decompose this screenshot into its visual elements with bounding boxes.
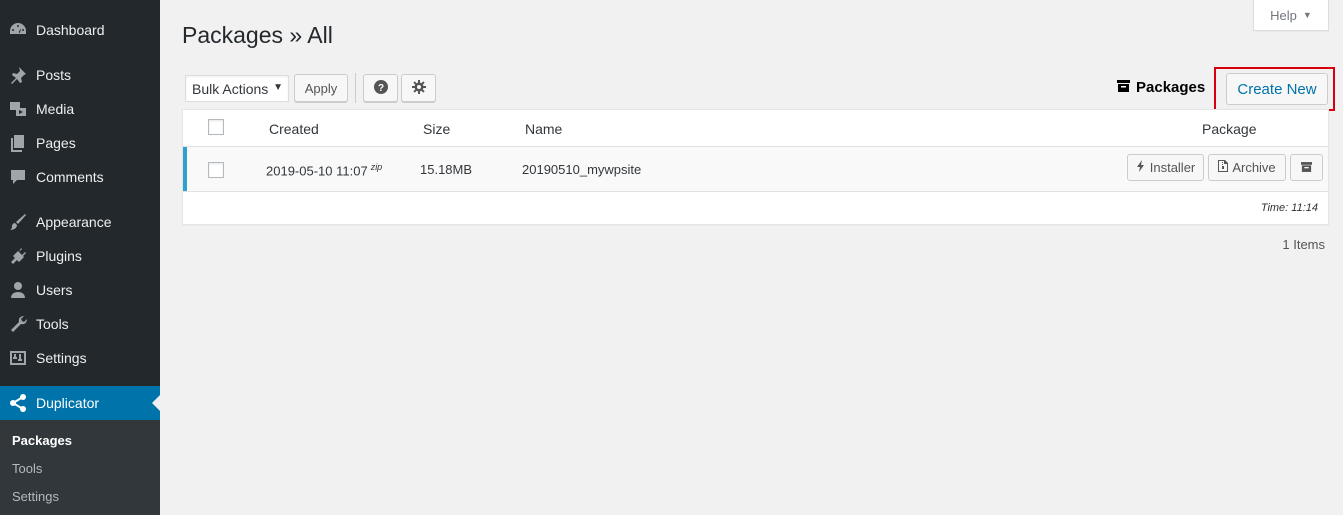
- sidebar-item-media[interactable]: Media: [0, 92, 160, 126]
- sidebar-item-label: Users: [36, 282, 73, 298]
- packages-heading-label: Packages: [1136, 79, 1206, 96]
- sidebar-item-plugins[interactable]: Plugins: [0, 239, 160, 273]
- column-header-name[interactable]: Name: [525, 121, 562, 137]
- user-icon: [0, 280, 36, 300]
- file-archive-icon: [1218, 160, 1229, 175]
- brush-icon: [0, 212, 36, 232]
- media-icon: [0, 99, 36, 119]
- submenu-item-packages[interactable]: Packages: [12, 433, 72, 448]
- name-cell: 20190510_mywpsite: [522, 162, 642, 177]
- sidebar-item-duplicator[interactable]: Duplicator: [0, 386, 160, 420]
- select-all-checkbox[interactable]: [208, 119, 224, 135]
- installer-button[interactable]: Installer: [1127, 154, 1204, 181]
- sidebar-item-label: Plugins: [36, 248, 82, 264]
- svg-text:?: ?: [377, 83, 383, 94]
- format-tag: zip: [370, 162, 383, 172]
- items-count: 1 Items: [1282, 237, 1325, 252]
- column-header-package: Package: [1202, 121, 1257, 137]
- sidebar-item-label: Tools: [36, 316, 69, 332]
- sidebar-item-settings[interactable]: Settings: [0, 341, 160, 375]
- packages-table: Created Size Name Package 2019-05-10 11:…: [182, 109, 1329, 225]
- sidebar-item-users[interactable]: Users: [0, 273, 160, 307]
- duplicator-submenu: Packages Tools Settings: [0, 420, 160, 515]
- package-details-button[interactable]: [1290, 154, 1323, 181]
- table-row[interactable]: 2019-05-10 11:07 zip 15.18MB 20190510_myw…: [183, 146, 1328, 192]
- sidebar-item-comments[interactable]: Comments: [0, 160, 160, 194]
- sidebar-item-dashboard[interactable]: Dashboard: [0, 13, 160, 47]
- archive-label: Archive: [1232, 160, 1276, 175]
- sidebar-item-label: Settings: [36, 350, 87, 366]
- sidebar-item-label: Appearance: [36, 214, 112, 230]
- sidebar-item-label: Pages: [36, 135, 76, 151]
- sidebar-item-label: Comments: [36, 169, 104, 185]
- created-date: 2019-05-10 11:07: [266, 163, 368, 179]
- chevron-down-icon: ▼: [273, 82, 283, 93]
- sidebar-item-posts[interactable]: Posts: [0, 58, 160, 92]
- created-cell: 2019-05-10 11:07 zip: [266, 162, 382, 178]
- archive-box-icon: [1117, 79, 1130, 96]
- help-tab-button[interactable]: Help ▼: [1253, 0, 1329, 31]
- row-accent-bar: [183, 147, 187, 191]
- question-circle-icon: ?: [373, 79, 388, 97]
- bolt-icon: [1136, 160, 1146, 175]
- help-caret-icon: ▼: [1302, 10, 1312, 20]
- pin-icon: [0, 65, 36, 85]
- bulk-actions-label: Bulk Actions: [192, 80, 269, 97]
- share-icon: [0, 393, 36, 413]
- settings-button[interactable]: [401, 74, 436, 102]
- footer-time: Time: 11:14: [1260, 202, 1318, 214]
- wrench-icon: [0, 314, 36, 334]
- column-header-size[interactable]: Size: [423, 121, 450, 137]
- plugin-icon: [0, 246, 36, 266]
- comment-icon: [0, 167, 36, 187]
- help-button[interactable]: ?: [363, 74, 398, 102]
- sidebar-item-label: Media: [36, 101, 75, 117]
- page-title: Packages » All: [182, 22, 333, 48]
- help-label: Help: [1270, 7, 1297, 23]
- gear-icon: [411, 79, 426, 97]
- archive-button[interactable]: Archive: [1208, 154, 1286, 181]
- column-header-created[interactable]: Created: [269, 121, 319, 137]
- submenu-item-settings[interactable]: Settings: [12, 489, 59, 504]
- bulk-actions-select[interactable]: Bulk Actions ▼: [185, 75, 289, 102]
- row-checkbox[interactable]: [208, 162, 224, 178]
- archive-box-icon: [1301, 160, 1312, 175]
- dashboard-icon: [0, 20, 36, 40]
- apply-button[interactable]: Apply: [294, 74, 348, 102]
- sidebar-item-label: Duplicator: [36, 395, 100, 411]
- packages-heading: Packages: [1117, 79, 1205, 96]
- sidebar-item-pages[interactable]: Pages: [0, 126, 160, 160]
- create-new-button[interactable]: Create New: [1226, 73, 1328, 105]
- toolbar-divider: [355, 73, 356, 103]
- installer-label: Installer: [1149, 160, 1196, 175]
- pages-icon: [0, 133, 36, 153]
- sliders-icon: [0, 348, 36, 368]
- size-cell: 15.18MB: [420, 162, 473, 177]
- admin-sidebar: Dashboard Posts Media Pages Comments App…: [0, 0, 160, 515]
- submenu-item-tools[interactable]: Tools: [12, 461, 42, 476]
- sidebar-item-appearance[interactable]: Appearance: [0, 205, 160, 239]
- sidebar-item-label: Posts: [36, 67, 72, 83]
- sidebar-item-tools[interactable]: Tools: [0, 307, 160, 341]
- sidebar-item-label: Dashboard: [36, 22, 105, 38]
